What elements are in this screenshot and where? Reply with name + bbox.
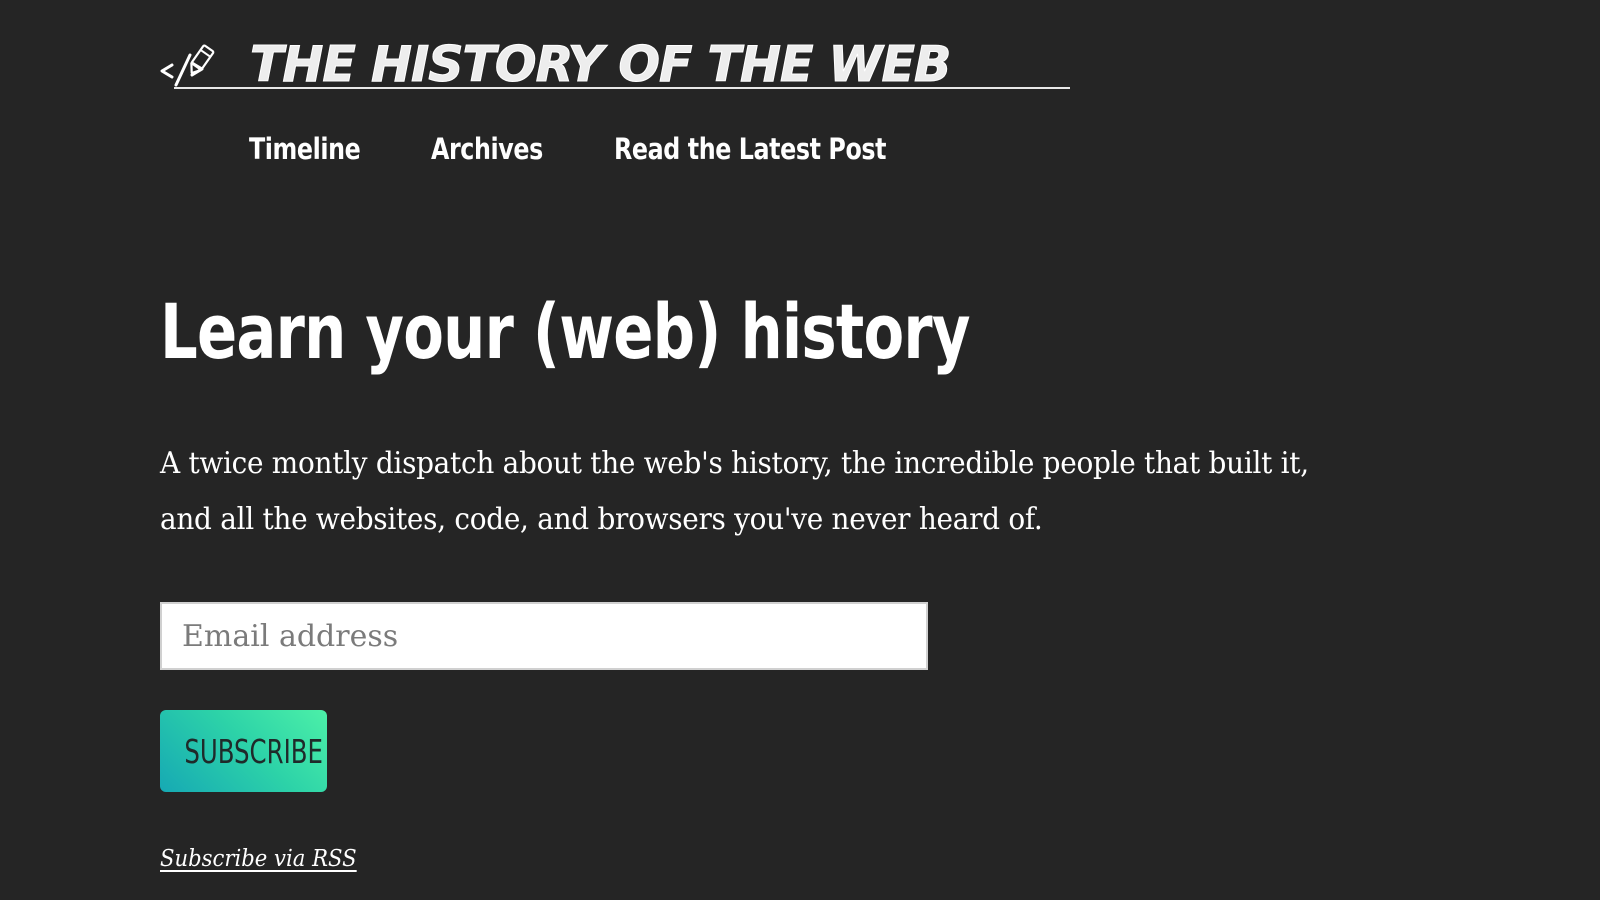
email-field[interactable] (160, 602, 928, 670)
nav-item-timeline[interactable]: Timeline (240, 132, 382, 166)
subscribe-rss-link[interactable]: Subscribe via RSS (160, 846, 357, 872)
site-title: THE HISTORY OF THE WEB (249, 35, 951, 93)
intro-line-1: A twice montly dispatch about the web's … (160, 446, 1309, 481)
site-logo-link[interactable]: THE HISTORY OF THE WEB (160, 35, 1070, 94)
site-title-underline (174, 87, 1070, 89)
nav-label-latest-post: Read the Latest Post (614, 132, 887, 166)
intro-paragraph: A twice montly dispatch about the web's … (160, 436, 1313, 548)
subscribe-button[interactable]: SUBSCRIBE (160, 710, 327, 792)
code-pencil-logo-icon (160, 44, 215, 87)
nav-label-archives: Archives (431, 132, 543, 166)
nav-label-timeline: Timeline (249, 132, 361, 166)
page-container: THE HISTORY OF THE WEB Timeline Archives… (160, 0, 1440, 900)
nav-item-archives[interactable]: Archives (422, 132, 565, 166)
intro-line-2: and all the websites, code, and browsers… (160, 502, 1043, 537)
page-headline: Learn your (web) history (160, 287, 971, 376)
subscribe-button-label: SUBSCRIBE (184, 731, 323, 771)
nav-item-latest-post[interactable]: Read the Latest Post (605, 132, 910, 166)
main-nav: Timeline Archives Read the Latest Post (240, 132, 950, 166)
